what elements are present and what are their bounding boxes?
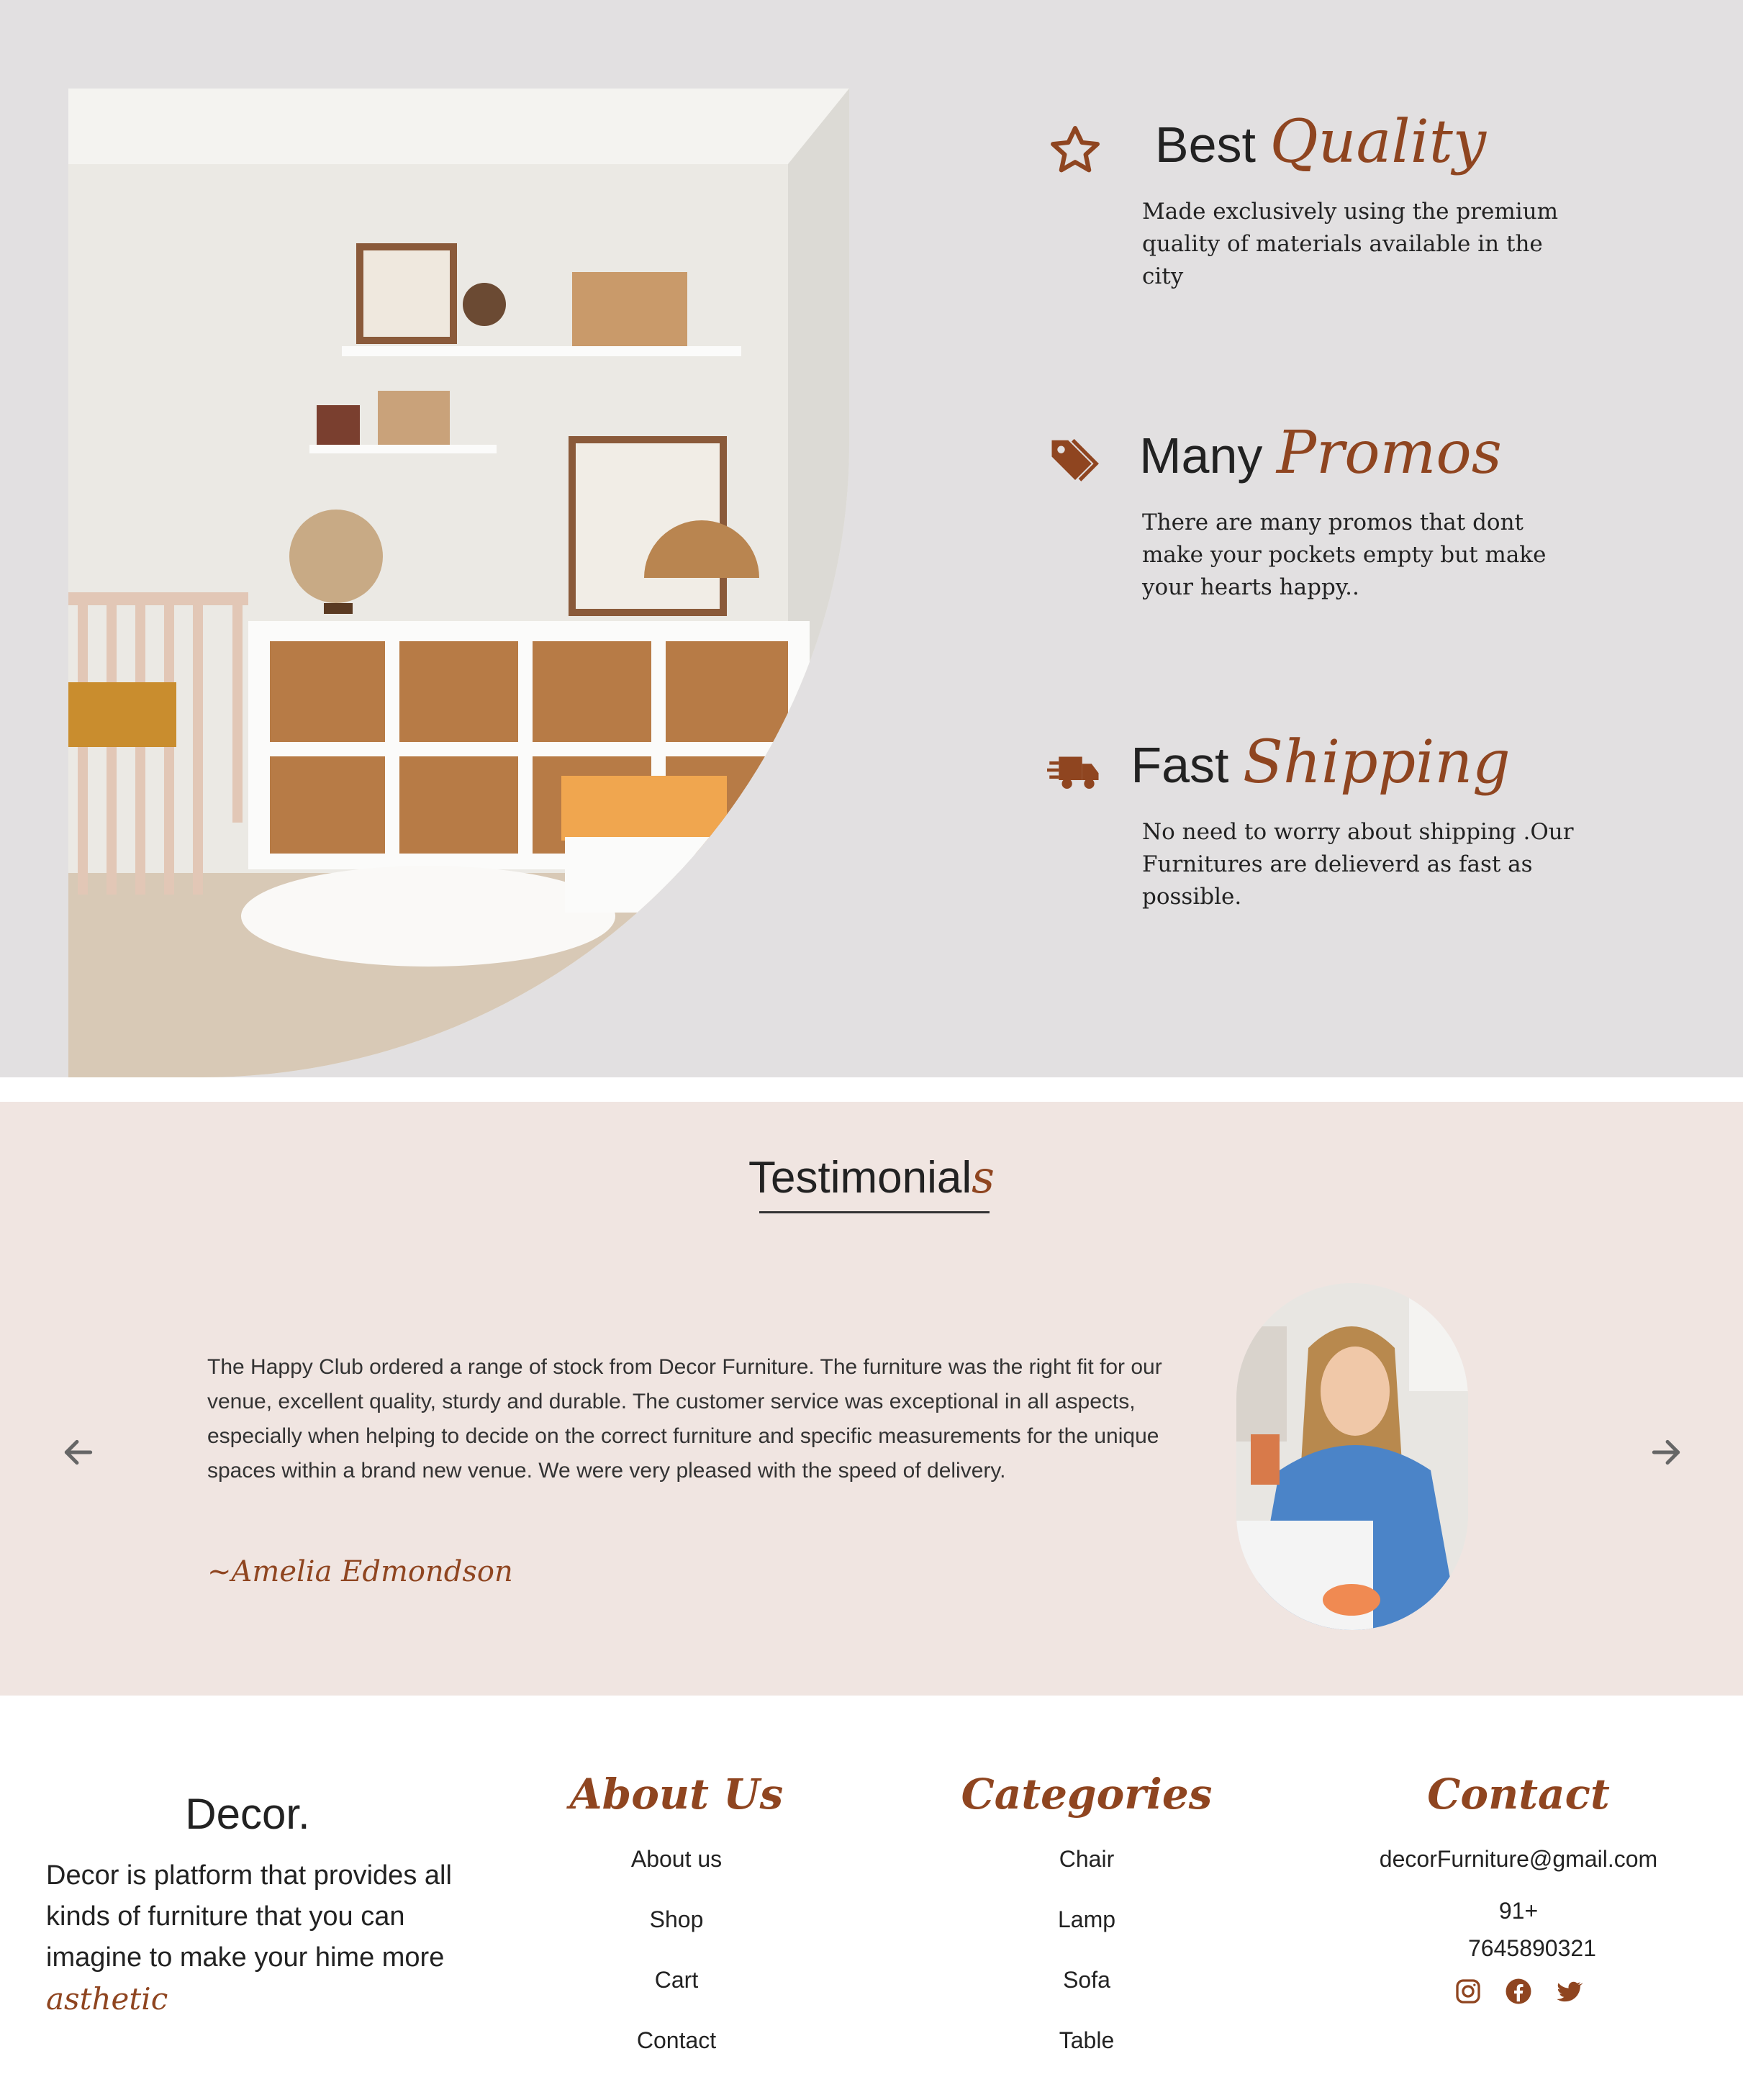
features-section: Best Quality Made exclusively using the … [0,0,1743,1077]
feature-title: Many Promos [1139,419,1502,487]
footer-category-chair[interactable]: Chair [957,1829,1216,1889]
brand-description: Decor is platform that provides all kind… [46,1860,452,2017]
feature-best-quality: Best Quality Made exclusively using the … [1047,108,1594,324]
footer-about-column: About Us About us Shop Cart Contact [547,1760,806,2070]
social-links [1331,1977,1706,2006]
footer-link-shop[interactable]: Shop [547,1889,806,1950]
feature-many-promos: Many Promos There are many promos that d… [1047,419,1594,635]
footer-category-lamp[interactable]: Lamp [957,1889,1216,1950]
footer-category-sofa[interactable]: Sofa [957,1950,1216,2010]
testimonial-quote: The Happy Club ordered a range of stock … [207,1355,1162,1483]
twitter-icon[interactable] [1554,1977,1583,2006]
contact-email[interactable]: decorFurniture@gmail.com [1331,1829,1706,1889]
arrow-right-icon[interactable] [1648,1434,1684,1470]
brand-logo: Decor. [185,1790,310,1838]
footer-link-contact[interactable]: Contact [547,2010,806,2070]
feature-description: Made exclusively using the premium quali… [1142,199,1559,289]
feature-title: Best Quality [1154,108,1487,176]
instagram-icon[interactable] [1454,1977,1482,2006]
facebook-icon[interactable] [1504,1977,1533,2006]
categories-heading: Categories [961,1770,1213,1819]
footer-contact-column: Contact decorFurniture@gmail.com 91+ 764… [1331,1760,1706,2006]
feature-title: Fast Shipping [1131,728,1511,797]
contact-heading: Contact [1427,1770,1610,1819]
footer-link-cart[interactable]: Cart [547,1950,806,2010]
testimonials-heading: Testimonials [748,1151,995,1203]
testimonials-section: Testimonials The Happy Club ordered a ra… [0,1102,1743,1696]
feature-description: There are many promos that dont make you… [1142,510,1547,600]
feature-fast-shipping: Fast Shipping No need to worry about shi… [1047,728,1594,944]
feature-description: No need to worry about shipping .Our Fur… [1142,819,1574,910]
footer-category-table[interactable]: Table [957,2010,1216,2070]
testimonial-author: ~Amelia Edmondson [207,1555,513,1588]
footer: Decor. Decor is platform that provides a… [0,1696,1743,2100]
arrow-left-icon[interactable] [60,1434,96,1470]
testimonial-portrait [1236,1283,1468,1630]
about-heading: About Us [569,1770,784,1819]
footer-categories-column: Categories Chair Lamp Sofa Table [957,1760,1216,2070]
footer-link-about-us[interactable]: About us [547,1829,806,1889]
heading-underline [759,1211,990,1213]
nursery-room-photo [68,89,849,1077]
contact-phone: 91+ 7645890321 [1468,1898,1596,1961]
